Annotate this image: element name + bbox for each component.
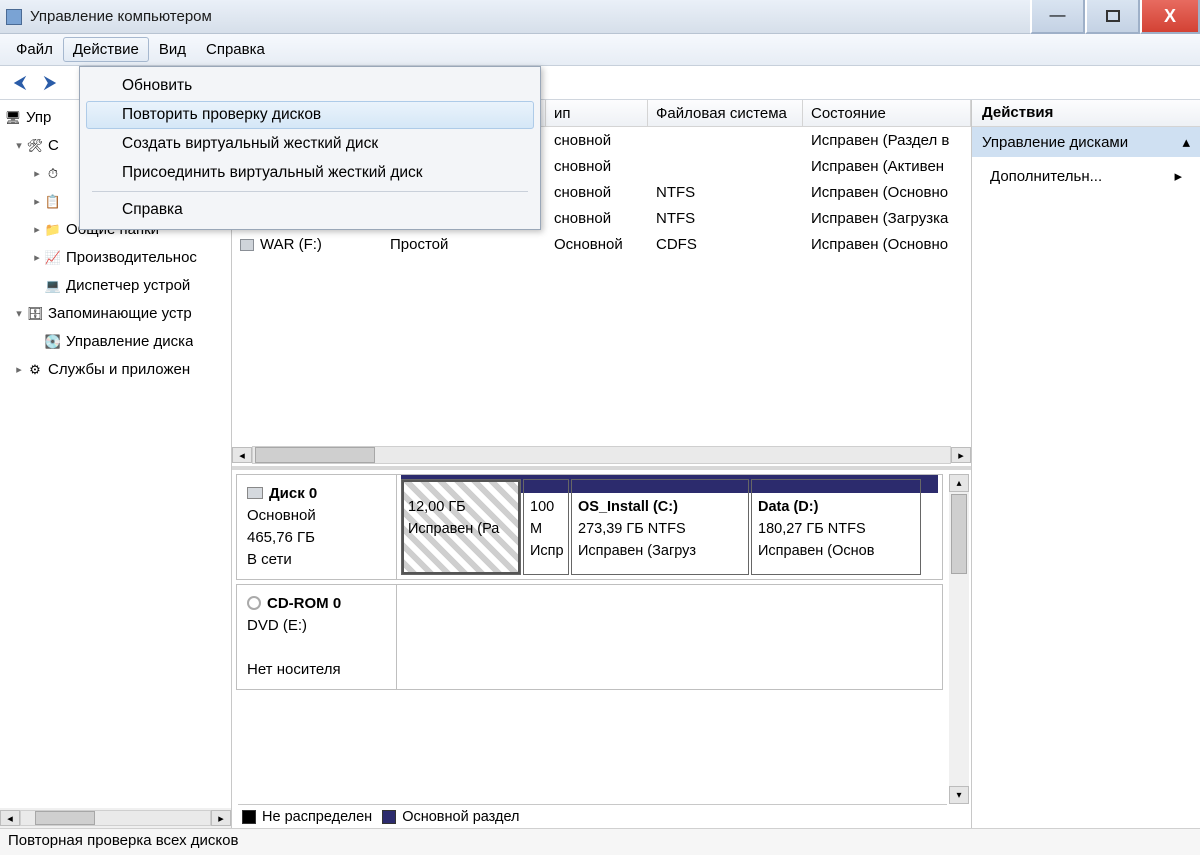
menu-file[interactable]: Файл: [6, 37, 63, 62]
tools-icon: 🛠: [26, 137, 44, 155]
legend-label: Не распределен: [262, 809, 372, 825]
legend-swatch-primary: [382, 810, 396, 824]
scroll-up-button[interactable]: ▴: [949, 474, 969, 492]
menu-item-create-vhd[interactable]: Создать виртуальный жесткий диск: [86, 130, 534, 158]
services-icon: ⚙: [26, 361, 44, 379]
computer-icon: 🖥: [4, 109, 22, 127]
disk-row-0: Диск 0 Основной 465,76 ГБ В сети 12,00 Г…: [236, 474, 943, 580]
col-filesystem[interactable]: Файловая система: [648, 100, 803, 126]
scroll-left-button[interactable]: ◂: [0, 810, 20, 826]
col-type[interactable]: ип: [546, 100, 648, 126]
cd-icon: [247, 596, 261, 610]
perf-icon: 📈: [44, 249, 62, 267]
expander-icon[interactable]: ▸: [30, 188, 44, 216]
tree-storage[interactable]: ▾🗄Запоминающие устр: [4, 300, 227, 328]
disk-name: CD-ROM 0: [267, 595, 341, 612]
tree-services[interactable]: ▸⚙Службы и приложен: [4, 356, 227, 384]
chevron-up-icon: ▴: [1182, 133, 1190, 151]
app-icon: [6, 9, 22, 25]
col-status[interactable]: Состояние: [803, 100, 971, 126]
minimize-button[interactable]: —: [1030, 0, 1085, 34]
actions-pane: Действия Управление дисками ▴ Дополнител…: [972, 100, 1200, 828]
action-menu-dropdown: Обновить Повторить проверку дисков Созда…: [79, 66, 541, 230]
expander-icon[interactable]: ▸: [30, 216, 44, 244]
expander-icon[interactable]: ▸: [30, 160, 44, 188]
menu-action[interactable]: Действие: [63, 37, 149, 62]
disk-row-cdrom: CD-ROM 0 DVD (E:) Нет носителя: [236, 584, 943, 690]
scroll-left-button[interactable]: ◂: [232, 447, 252, 463]
disk-strip: [397, 585, 942, 689]
window-controls: — X: [1030, 0, 1200, 34]
partition-box[interactable]: 100 М Испр: [523, 479, 569, 575]
volume-hscroll: ◂ ▸: [232, 444, 971, 466]
actions-title[interactable]: Управление дисками ▴: [972, 127, 1200, 157]
disk-icon: 💽: [44, 333, 62, 351]
folder-icon: 📁: [44, 221, 62, 239]
partition-box[interactable]: 12,00 ГБ Исправен (Ра: [401, 479, 521, 575]
disk-type: DVD (E:): [247, 615, 386, 637]
partition-box[interactable]: OS_Install (C:) 273,39 ГБ NTFS Исправен …: [571, 479, 749, 575]
volume-row[interactable]: WAR (F:)ПростойОсновнойCDFSИсправен (Осн…: [232, 231, 971, 257]
scheduler-icon: ⏱: [44, 165, 62, 183]
actions-header: Действия: [972, 100, 1200, 127]
legend-swatch-unallocated: [242, 810, 256, 824]
diskmap-vscroll: ▴ ▾: [949, 474, 969, 804]
forward-button[interactable]: ⮞: [40, 73, 60, 93]
menubar: Файл Действие Вид Справка: [0, 34, 1200, 66]
disk-info[interactable]: CD-ROM 0 DVD (E:) Нет носителя: [237, 585, 397, 689]
disk-info[interactable]: Диск 0 Основной 465,76 ГБ В сети: [237, 475, 397, 579]
menu-help[interactable]: Справка: [196, 37, 275, 62]
menu-item-help[interactable]: Справка: [86, 196, 534, 224]
scroll-down-button[interactable]: ▾: [949, 786, 969, 804]
disk-size: 465,76 ГБ: [247, 527, 386, 549]
scroll-thumb[interactable]: [951, 494, 967, 574]
back-button[interactable]: ⮜: [10, 73, 30, 93]
expander-icon[interactable]: ▾: [12, 132, 26, 160]
menu-item-attach-vhd[interactable]: Присоединить виртуальный жесткий диск: [86, 159, 534, 187]
maximize-button[interactable]: [1085, 0, 1140, 34]
scroll-right-button[interactable]: ▸: [211, 810, 231, 826]
legend-label: Основной раздел: [402, 809, 519, 825]
scroll-track[interactable]: [252, 446, 951, 464]
chevron-right-icon: ▸: [1174, 167, 1182, 185]
storage-icon: 🗄: [26, 305, 44, 323]
scroll-thumb[interactable]: [255, 447, 375, 463]
close-button[interactable]: X: [1140, 0, 1200, 34]
menu-item-refresh[interactable]: Обновить: [86, 72, 534, 100]
tree-performance[interactable]: ▸📈Производительнос: [4, 244, 227, 272]
event-icon: 📋: [44, 193, 62, 211]
window-title: Управление компьютером: [30, 8, 212, 25]
expander-icon[interactable]: ▸: [12, 356, 26, 384]
scroll-right-button[interactable]: ▸: [951, 447, 971, 463]
menu-view[interactable]: Вид: [149, 37, 196, 62]
disk-icon: [247, 487, 263, 499]
tree-device-manager[interactable]: 💻Диспетчер устрой: [4, 272, 227, 300]
disk-state: В сети: [247, 549, 386, 571]
disk-name: Диск 0: [269, 485, 317, 502]
disk-state: Нет носителя: [247, 659, 386, 681]
expander-icon[interactable]: ▾: [12, 300, 26, 328]
partition-box[interactable]: Data (D:) 180,27 ГБ NTFS Исправен (Основ: [751, 479, 921, 575]
tree-hscroll: ◂ ▸: [0, 808, 231, 828]
menu-separator: [92, 191, 528, 192]
disk-strip: 12,00 ГБ Исправен (Ра 100 М Испр OS_Inst…: [397, 475, 942, 579]
volume-icon: [240, 239, 254, 251]
menu-item-rescan-disks[interactable]: Повторить проверку дисков: [86, 101, 534, 129]
device-icon: 💻: [44, 277, 62, 295]
disk-map: Диск 0 Основной 465,76 ГБ В сети 12,00 Г…: [232, 470, 971, 828]
statusbar: Повторная проверка всех дисков: [0, 828, 1200, 855]
scroll-track[interactable]: [20, 810, 211, 826]
disk-type: Основной: [247, 505, 386, 527]
scroll-thumb[interactable]: [35, 811, 95, 825]
actions-more[interactable]: Дополнительн... ▸: [972, 157, 1200, 195]
expander-icon[interactable]: ▸: [30, 244, 44, 272]
legend: Не распределен Основной раздел: [238, 804, 947, 828]
tree-disk-management[interactable]: 💽Управление диска: [4, 328, 227, 356]
titlebar: Управление компьютером — X: [0, 0, 1200, 34]
